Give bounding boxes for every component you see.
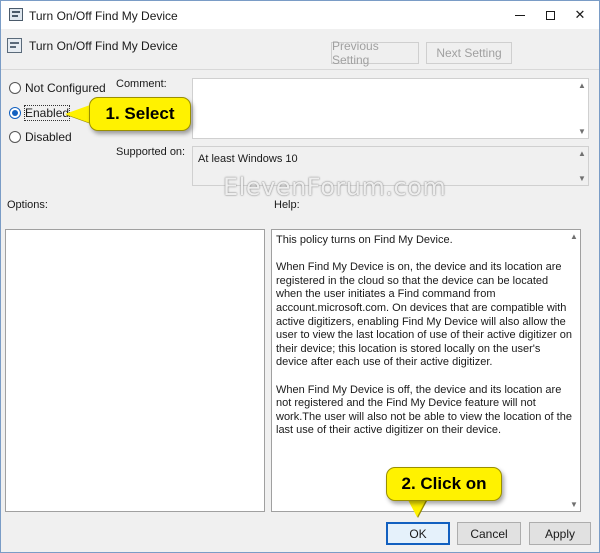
window-title: Turn On/Off Find My Device — [29, 9, 178, 23]
cancel-button[interactable]: Cancel — [457, 522, 521, 545]
supported-scrollbar[interactable]: ▲ ▼ — [576, 147, 588, 185]
scroll-down-icon[interactable]: ▼ — [576, 174, 588, 183]
radio-not-configured-label: Not Configured — [25, 81, 106, 95]
callout-step-1: 1. Select — [89, 97, 191, 131]
callout-step-2: 2. Click on — [386, 467, 502, 501]
watermark-text: ElevenForum.com — [223, 173, 447, 201]
radio-enabled-indicator[interactable] — [9, 107, 21, 119]
supported-on-value: At least Windows 10 — [198, 153, 298, 165]
comment-label: Comment: — [116, 78, 167, 90]
scroll-up-icon[interactable]: ▲ — [576, 149, 588, 158]
callout-arrow-down-icon — [408, 500, 426, 517]
policy-title: Turn On/Off Find My Device — [29, 39, 178, 53]
help-scrollbar[interactable]: ▲ ▼ — [568, 230, 580, 511]
close-button[interactable]: ✕ — [557, 1, 600, 29]
help-paragraph: When Find My Device is on, the device an… — [276, 261, 572, 369]
apply-button[interactable]: Apply — [529, 522, 591, 545]
radio-disabled[interactable]: Disabled — [9, 130, 72, 144]
previous-setting-button[interactable]: Previous Setting — [331, 39, 419, 67]
comment-scrollbar[interactable]: ▲ ▼ — [576, 79, 588, 138]
callout-arrow-left-icon — [65, 105, 90, 123]
options-label: Options: — [7, 199, 48, 211]
scroll-up-icon[interactable]: ▲ — [576, 81, 588, 90]
header-divider — [1, 69, 599, 70]
radio-disabled-indicator[interactable] — [9, 131, 21, 143]
radio-enabled-label: Enabled — [23, 105, 71, 121]
radio-enabled[interactable]: Enabled — [9, 105, 71, 121]
help-paragraph: When Find My Device is off, the device a… — [276, 383, 572, 437]
comment-textarea[interactable]: ▲ ▼ — [192, 78, 589, 139]
supported-on-label: Supported on: — [116, 146, 186, 158]
close-icon: ✕ — [574, 7, 586, 22]
scroll-down-icon[interactable]: ▼ — [576, 127, 588, 136]
policy-dialog-window: Turn On/Off Find My Device ✕ Turn On/Off… — [0, 0, 600, 553]
policy-setting-icon — [7, 38, 22, 53]
options-panel — [5, 229, 265, 512]
minimize-icon — [515, 14, 525, 16]
scroll-up-icon[interactable]: ▲ — [568, 232, 580, 241]
radio-not-configured[interactable]: Not Configured — [9, 81, 106, 95]
maximize-icon — [545, 10, 555, 20]
help-label: Help: — [274, 199, 300, 211]
next-setting-button[interactable]: Next Setting — [426, 42, 512, 64]
help-text: This policy turns on Find My Device. Whe… — [276, 234, 572, 452]
help-paragraph: This policy turns on Find My Device. — [276, 234, 453, 246]
title-bar[interactable]: Turn On/Off Find My Device ✕ — [1, 1, 599, 29]
scroll-down-icon[interactable]: ▼ — [568, 500, 580, 509]
ok-button[interactable]: OK — [386, 522, 450, 545]
radio-disabled-label: Disabled — [25, 130, 72, 144]
policy-app-icon — [9, 8, 23, 21]
radio-not-configured-indicator[interactable] — [9, 82, 21, 94]
